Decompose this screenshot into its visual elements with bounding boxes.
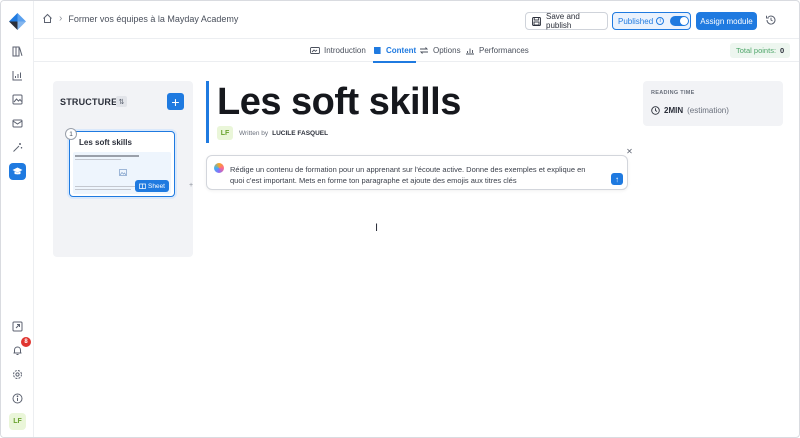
image-placeholder-icon (119, 169, 127, 176)
tabs-bar: Introduction Content Options Performance… (34, 39, 799, 63)
user-avatar[interactable]: LF (9, 413, 26, 430)
total-points: Total points: 0 (730, 43, 791, 58)
publish-toggle[interactable] (670, 16, 690, 26)
breadcrumb-module-title[interactable]: Former vos équipes à la Mayday Academy (68, 14, 238, 24)
author-name: LUCILE FASQUEL (272, 129, 329, 137)
save-and-publish-button[interactable]: Save and publish (525, 12, 608, 30)
close-icon[interactable]: ✕ (625, 147, 634, 156)
academy-icon[interactable] (9, 163, 26, 180)
history-icon[interactable] (765, 14, 777, 26)
points-value: 0 (780, 46, 785, 55)
assign-module-button[interactable]: Assign module (696, 12, 757, 30)
reading-time-value: 2MIN (664, 106, 684, 115)
tab-label: Options (433, 46, 461, 55)
tab-options[interactable]: Options (419, 39, 461, 62)
mayday-logo[interactable] (8, 12, 27, 31)
tab-label: Performances (479, 46, 529, 55)
notification-badge: 8 (21, 337, 31, 347)
home-icon[interactable] (42, 13, 53, 24)
published-label: Published (618, 16, 654, 26)
book-icon (139, 183, 146, 189)
save-icon (532, 16, 541, 26)
tab-content[interactable]: Content (373, 39, 417, 63)
structure-panel: STRUCTURE ⇅ + 1 Les soft skills Sheet (53, 81, 193, 257)
options-icon (419, 46, 429, 55)
tab-performances[interactable]: Performances (465, 39, 529, 62)
add-block-icon[interactable]: + (189, 182, 193, 189)
sheet-tag: Sheet (135, 180, 169, 192)
written-by-label: Written by (239, 129, 269, 137)
chevron-right-icon: › (59, 13, 63, 24)
left-rail: 8 LF (1, 1, 34, 437)
clock-icon (651, 106, 660, 115)
reading-time-label: READING TIME (651, 90, 695, 96)
info-icon: i (656, 17, 665, 25)
author-line: LF Written by LUCILE FASQUEL (217, 126, 328, 140)
tab-introduction[interactable]: Introduction (310, 39, 366, 62)
points-label: Total points: (736, 46, 777, 55)
ai-prompt-input[interactable]: Rédige un contenu de formation pour un a… (230, 164, 598, 186)
reading-time-note: (estimation) (687, 106, 729, 115)
ai-sparkle-icon (214, 163, 224, 173)
external-link-icon[interactable] (9, 318, 26, 335)
send-arrow-icon[interactable]: ↑ (611, 173, 623, 185)
app-window: 8 LF › Former vos équipes à la Mayday Ac… (0, 0, 800, 438)
magic-wand-icon[interactable] (9, 139, 26, 156)
item-title: Les soft skills (79, 138, 132, 147)
tab-label: Introduction (324, 46, 366, 55)
reading-time-panel: READING TIME 2MIN (estimation) (643, 81, 783, 126)
author-avatar: LF (217, 126, 233, 140)
analytics-icon[interactable] (9, 67, 26, 84)
ai-prompt-box[interactable]: Rédige un contenu de formation pour un a… (206, 155, 628, 190)
breadcrumb: › Former vos équipes à la Mayday Academy (42, 13, 238, 24)
knowledge-base-icon[interactable] (9, 43, 26, 60)
sheet-tag-label: Sheet (148, 182, 165, 190)
text-cursor-icon: I (375, 222, 379, 234)
inbox-icon[interactable] (9, 115, 26, 132)
info-icon[interactable] (9, 390, 26, 407)
published-toggle-button[interactable]: Published i (612, 12, 691, 30)
introduction-icon (310, 46, 320, 55)
reading-time-value-row: 2MIN (estimation) (651, 106, 729, 115)
book-icon (373, 46, 382, 55)
structure-title: STRUCTURE (60, 97, 118, 107)
chart-icon (465, 46, 475, 55)
tab-label: Content (386, 46, 417, 55)
gear-icon[interactable] (9, 366, 26, 383)
page-title[interactable]: Les soft skills (217, 81, 461, 124)
save-button-label: Save and publish (546, 12, 580, 30)
image-gallery-icon[interactable] (9, 91, 26, 108)
item-number: 1 (65, 128, 77, 140)
title-accent-bar (206, 81, 209, 143)
structure-item-card[interactable]: 1 Les soft skills Sheet (65, 128, 175, 197)
add-item-button[interactable]: + (167, 93, 184, 110)
sort-icon[interactable]: ⇅ (116, 96, 127, 107)
top-bar: › Former vos équipes à la Mayday Academy… (34, 1, 799, 39)
